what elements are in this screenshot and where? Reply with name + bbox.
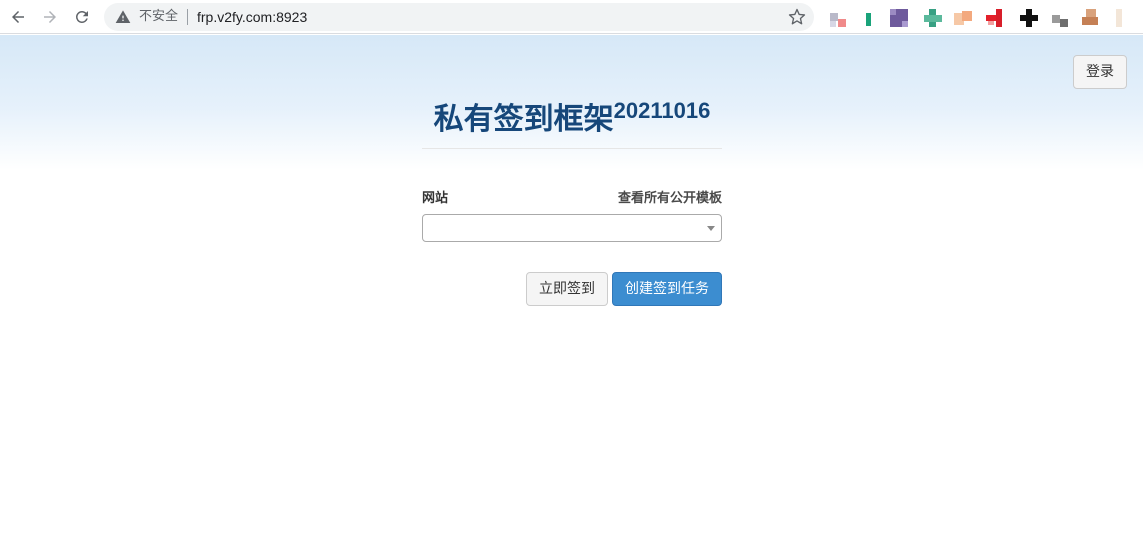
sign-now-button[interactable]: 立即签到 (526, 272, 608, 306)
extension-3-icon[interactable] (888, 7, 910, 29)
extension-5-icon[interactable] (952, 7, 974, 29)
back-button[interactable] (6, 5, 30, 29)
extension-7-icon[interactable] (1018, 7, 1040, 29)
address-bar[interactable]: 不安全 frp.v2fy.com:8923 (104, 3, 814, 31)
bookmark-star-icon[interactable] (788, 8, 806, 26)
site-select[interactable] (422, 214, 722, 242)
view-templates-link[interactable]: 查看所有公开模板 (618, 191, 722, 207)
forward-arrow-icon (44, 11, 56, 23)
caret-down-icon (707, 226, 715, 231)
reload-button[interactable] (70, 5, 94, 29)
extension-4-icon[interactable] (922, 7, 944, 29)
url-text[interactable]: frp.v2fy.com:8923 (197, 9, 307, 25)
page-title: 私有签到框架20211016 (422, 87, 722, 144)
back-arrow-icon (12, 11, 24, 23)
title-divider (422, 148, 722, 149)
version-number: 20211016 (613, 98, 711, 123)
security-status: 不安全 (139, 9, 179, 24)
forward-button[interactable] (38, 5, 62, 29)
extension-10-icon[interactable] (1110, 7, 1132, 29)
page-content: 登录 私有签到框架20211016 网站 查看所有公开模板 立即签到 创建签到任… (0, 35, 1143, 544)
extension-1-icon[interactable] (828, 7, 850, 29)
extension-9-icon[interactable] (1080, 7, 1102, 29)
site-label: 网站 (422, 191, 449, 206)
extensions-area (828, 4, 1138, 30)
browser-toolbar: 不安全 frp.v2fy.com:8923 (0, 0, 1143, 34)
create-task-button[interactable]: 创建签到任务 (612, 272, 722, 306)
extension-8-icon[interactable] (1050, 7, 1072, 29)
warning-icon (115, 10, 131, 23)
extension-6-icon[interactable] (984, 7, 1006, 29)
title-text: 私有签到框架 (433, 102, 614, 137)
reload-icon (75, 10, 88, 23)
login-button[interactable]: 登录 (1073, 55, 1127, 89)
address-divider (187, 9, 188, 25)
extension-2-icon[interactable] (860, 7, 882, 29)
